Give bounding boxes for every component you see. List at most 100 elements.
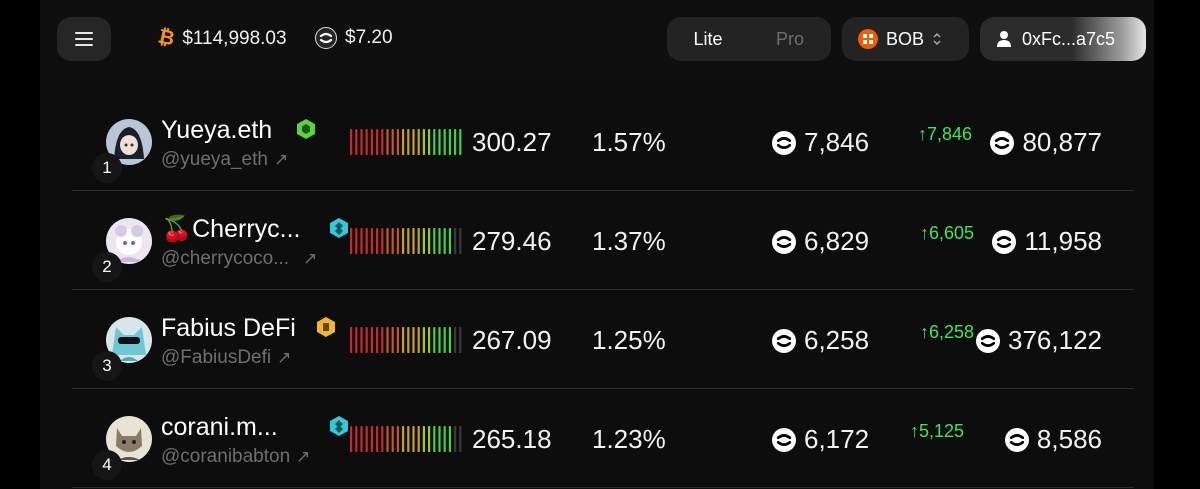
- user-name: Yueya.eth: [161, 116, 273, 144]
- share-percent: 1.25%: [592, 325, 666, 355]
- mode-lite-tab[interactable]: Lite: [667, 29, 749, 50]
- score-bar-segment: [407, 426, 410, 452]
- score-bar-segment: [454, 327, 457, 353]
- score-bar-segment: [422, 228, 425, 254]
- score-bar-segment: [376, 228, 379, 254]
- total-amount: 8,586: [1004, 424, 1102, 455]
- user-handle: @cherrycoco...: [161, 248, 290, 269]
- bitcoin-icon: ₿: [155, 25, 177, 51]
- score-bar-segment: [412, 228, 415, 254]
- score-bar-segment: [448, 129, 451, 155]
- wallet-address: 0xFc...a7c5: [1022, 28, 1116, 49]
- bob-price-display: $7.20: [315, 27, 393, 49]
- btc-price-value: $114,998.03: [182, 27, 287, 49]
- earned-amount: 6,258: [772, 325, 869, 356]
- score-bar-segment: [386, 426, 389, 452]
- bob-token-icon: [772, 328, 796, 353]
- score-bar-segment: [370, 426, 373, 452]
- score-bar-segment: [396, 426, 399, 452]
- score-bar-segment: [443, 327, 446, 353]
- score-bar-segment: [454, 426, 457, 452]
- delta-value: 6,258: [929, 322, 975, 342]
- mode-toggle: Lite Pro: [667, 17, 831, 61]
- rank-badge: 2: [92, 252, 122, 282]
- leaderboard-row[interactable]: 2 🍒Cherryc... @cherrycoco... ↗ 279.46 1.3…: [72, 191, 1134, 290]
- rank-badge: 3: [92, 351, 122, 381]
- bob-token-icon: [772, 229, 796, 254]
- score-bar-segment: [350, 426, 353, 452]
- bob-token-icon: [992, 229, 1017, 254]
- bob-chain-icon: [858, 29, 878, 49]
- btc-price-display: ₿ $114,998.03: [155, 25, 287, 51]
- score-bar-segment: [448, 426, 451, 452]
- score-bar-segment: [433, 129, 436, 155]
- score-bar-segment: [443, 129, 446, 155]
- score-bar-segment: [448, 327, 451, 353]
- user-handle-link[interactable]: @cherrycoco... ↗: [161, 248, 317, 270]
- earned-delta: ↑7,846: [918, 124, 973, 144]
- score-bar-segment: [350, 129, 353, 155]
- score-bar-segment: [391, 228, 394, 254]
- total-value: 8,586: [1036, 424, 1102, 454]
- earned-value: 6,829: [804, 226, 870, 256]
- chain-selector[interactable]: BOB: [842, 17, 969, 61]
- score-bar-segment: [370, 129, 373, 155]
- score-bar-segment: [438, 327, 441, 353]
- score-bar-segment: [360, 327, 363, 353]
- score-bar-segment: [433, 426, 436, 452]
- menu-button[interactable]: [57, 17, 111, 61]
- score-value: 300.27: [472, 127, 552, 157]
- chain-label: BOB: [886, 28, 925, 49]
- user-icon: [997, 31, 1011, 47]
- total-value: 11,958: [1024, 226, 1102, 256]
- bob-token-icon: [990, 130, 1015, 155]
- score-bar-segment: [360, 129, 363, 155]
- total-amount: 376,122: [976, 325, 1102, 356]
- leaderboard-row[interactable]: 3 Fabius DeFi @FabiusDefi ↗ 267.09 1.25% …: [72, 290, 1134, 389]
- mode-pro-tab[interactable]: Pro: [749, 29, 831, 50]
- score-bar-segment: [459, 129, 462, 155]
- score-bar-segment: [350, 228, 353, 254]
- score-bar-segment: [417, 129, 420, 155]
- earned-amount: 6,829: [772, 226, 869, 257]
- score-bar-segment: [365, 327, 368, 353]
- score-value: 267.09: [472, 325, 552, 355]
- user-handle-link[interactable]: @coranibabton ↗: [161, 446, 310, 468]
- earned-value: 6,172: [804, 424, 870, 454]
- user-handle-link[interactable]: @FabiusDefi ↗: [161, 347, 291, 369]
- delta-value: 7,846: [927, 124, 973, 144]
- score-bar-segment: [422, 327, 425, 353]
- score-bar-segment: [448, 228, 451, 254]
- score-bar-segment: [376, 129, 379, 155]
- score-bar-segment: [360, 426, 363, 452]
- user-handle: @yueya_eth: [161, 149, 268, 170]
- bob-token-icon: [1004, 427, 1029, 452]
- bob-token-icon: [772, 427, 796, 452]
- score-bar-segment: [443, 228, 446, 254]
- score-bar-segment: [422, 129, 425, 155]
- score-bar-segment: [417, 327, 420, 353]
- user-handle: @FabiusDefi: [161, 347, 272, 368]
- total-amount: 80,877: [990, 127, 1102, 158]
- total-amount: 11,958: [992, 226, 1102, 257]
- score-bar-segment: [386, 327, 389, 353]
- earned-value: 7,846: [804, 127, 870, 157]
- leaderboard-row[interactable]: 4 corani.m... @coranibabton ↗ 265.18 1.23…: [72, 389, 1134, 488]
- wallet-button[interactable]: 0xFc...a7c5: [980, 17, 1146, 61]
- score-bar-segment: [396, 228, 399, 254]
- score-bar-segment: [391, 426, 394, 452]
- bob-price-value: $7.20: [345, 27, 393, 48]
- score-bar-segment: [355, 129, 358, 155]
- score-bar-segment: [376, 327, 379, 353]
- user-handle-link[interactable]: @yueya_eth ↗: [161, 149, 288, 171]
- score-bar-segment: [438, 426, 441, 452]
- leaderboard-row[interactable]: 1 Yueya.eth @yueya_eth ↗ 300.27 1.57% 7,8…: [72, 92, 1134, 191]
- external-link-icon: ↗: [273, 150, 289, 169]
- app-window: ₿ $114,998.03 $7.20 Lite Pro BOB 0xFc...…: [40, 0, 1154, 489]
- score-bar-segment: [381, 426, 384, 452]
- share-percent: 1.23%: [592, 424, 666, 454]
- cyan-hex-badge-icon: [330, 218, 348, 238]
- score-bar-segment: [355, 228, 358, 254]
- user-name: corani.m...: [161, 413, 278, 441]
- score-bar-segment: [422, 426, 425, 452]
